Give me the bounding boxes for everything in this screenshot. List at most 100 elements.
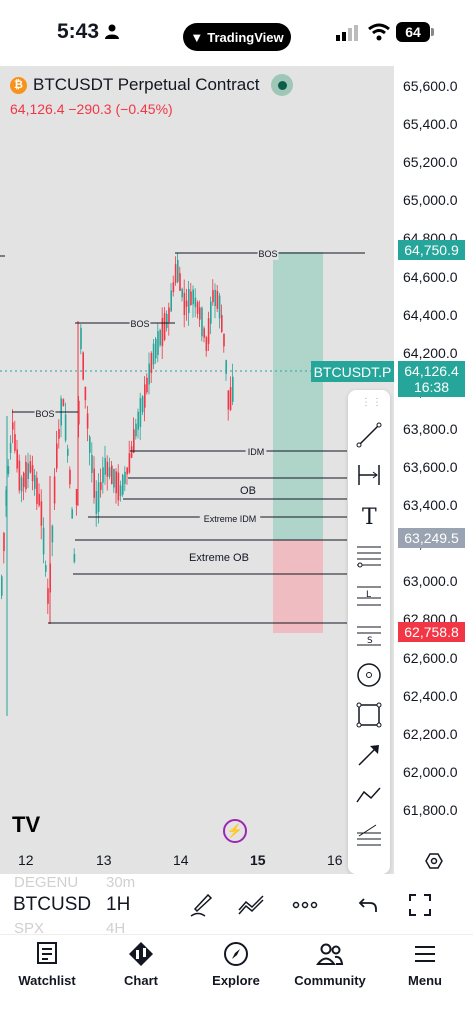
community-icon xyxy=(316,943,344,965)
candle-body xyxy=(119,485,122,496)
price-axis-label: 61,800.0 xyxy=(403,801,458,818)
annotation-idm: IDM xyxy=(248,447,265,457)
drawing-toolbar: ⋮⋮ T L S xyxy=(348,390,390,874)
candle-body xyxy=(133,429,135,453)
chart-area[interactable]: BOS BOS BOS IDM OB Extreme IDM Extreme OB 65,6… xyxy=(0,66,473,874)
price-axis-label: 63,000.0 xyxy=(403,573,458,590)
interval-selector[interactable]: 1H xyxy=(106,894,130,916)
candle-body xyxy=(12,422,14,430)
candle-body xyxy=(111,465,113,485)
measure-icon[interactable] xyxy=(354,460,384,490)
candle-body xyxy=(29,461,32,473)
lightning-icon[interactable]: ⚡ xyxy=(223,819,247,843)
candle-body xyxy=(104,458,106,475)
tab-chart[interactable]: Chart xyxy=(94,941,188,988)
candle-body xyxy=(38,493,40,506)
tab-community[interactable]: Community xyxy=(283,941,377,988)
symbol-header[interactable]: ₿ BTCUSDT Perpetual Contract xyxy=(10,74,294,96)
candle-body xyxy=(168,307,170,322)
candle-body xyxy=(207,318,210,344)
more-icon[interactable] xyxy=(290,890,320,920)
candle-body xyxy=(47,588,49,604)
candle-body xyxy=(203,328,205,338)
candle-body xyxy=(1,576,3,596)
candle-body xyxy=(73,553,76,563)
trend-line-icon[interactable] xyxy=(354,420,384,450)
candle-body xyxy=(84,386,87,401)
candle-body xyxy=(194,297,197,308)
candle-body xyxy=(159,329,161,346)
candle-body xyxy=(177,260,179,282)
time-axis-label: 16 xyxy=(327,852,343,868)
candle-body xyxy=(185,300,188,307)
market-open-icon xyxy=(271,74,294,96)
person-icon xyxy=(105,24,119,39)
price-axis-label: 62,200.0 xyxy=(403,725,458,742)
candlestick-plot[interactable]: BOS BOS BOS IDM OB Extreme IDM Extreme OB xyxy=(0,66,394,874)
candle-body xyxy=(183,292,186,316)
candle-body xyxy=(122,474,124,495)
battery-nub xyxy=(431,28,434,36)
tab-bar: Watchlist Chart Explore Community Menu xyxy=(0,934,473,1024)
candle-body xyxy=(102,467,104,483)
ticker-tag: BTCUSDT.P xyxy=(311,361,394,382)
price-axis-label: 63,800.0 xyxy=(403,420,458,437)
candle-body xyxy=(36,477,38,504)
candle-body xyxy=(95,491,98,514)
more-drawings-icon[interactable] xyxy=(354,820,384,850)
undo-icon[interactable] xyxy=(353,890,383,920)
candle-body xyxy=(188,288,190,314)
candle-body xyxy=(205,337,208,351)
candle-body xyxy=(150,352,153,374)
candle-body xyxy=(172,282,175,293)
brush-icon[interactable] xyxy=(186,890,216,920)
short-position-icon[interactable]: S xyxy=(354,620,384,650)
tab-watchlist[interactable]: Watchlist xyxy=(0,941,94,988)
circle-tool-icon[interactable] xyxy=(354,660,384,690)
tab-label: Menu xyxy=(408,973,442,988)
candle-body xyxy=(106,461,109,477)
tradingview-pill[interactable]: ▼ TradingView xyxy=(183,23,291,51)
candle-body xyxy=(86,413,89,429)
tradingview-logo: TV xyxy=(12,812,41,837)
candle-body xyxy=(190,291,192,305)
candle-body xyxy=(31,465,34,482)
symbol-selector[interactable]: BTCUSD xyxy=(13,894,91,916)
candle-body xyxy=(69,469,71,485)
long-position-icon[interactable]: L xyxy=(354,580,384,610)
text-tool-icon[interactable]: T xyxy=(354,500,384,530)
arrow-tool-icon[interactable] xyxy=(354,740,384,770)
fullscreen-icon[interactable] xyxy=(405,890,435,920)
candle-body xyxy=(71,509,73,519)
drag-handle-icon[interactable]: ⋮⋮ xyxy=(361,397,383,408)
candle-body xyxy=(42,527,45,555)
candle-body xyxy=(152,343,155,365)
price-axis-label: 65,600.0 xyxy=(403,78,458,94)
tab-menu[interactable]: Menu xyxy=(378,941,472,988)
indicators-icon[interactable] xyxy=(236,890,266,920)
candle-body xyxy=(100,482,102,490)
candle-body xyxy=(18,460,21,491)
status-bar: 5:43 ▼ TradingView 64 xyxy=(0,0,473,66)
candle-body xyxy=(227,390,230,410)
candle-body xyxy=(174,264,177,283)
ghost-interval: 30m xyxy=(106,874,136,891)
price-axis-label: 64,600.0 xyxy=(403,268,458,285)
candle-body xyxy=(53,476,56,504)
annotation-extreme-ob: Extreme OB xyxy=(189,552,249,564)
candle-body xyxy=(75,489,78,505)
candle-body xyxy=(126,467,128,475)
rectangle-tool-icon[interactable] xyxy=(354,700,384,730)
price-axis-label: 65,400.0 xyxy=(403,116,458,133)
chart-settings-icon[interactable] xyxy=(425,852,443,870)
tab-explore[interactable]: Explore xyxy=(189,941,283,988)
tab-label: Chart xyxy=(124,973,158,988)
fib-retracement-icon[interactable] xyxy=(354,540,384,570)
annotation-bos: BOS xyxy=(130,319,149,329)
candle-body xyxy=(130,446,133,458)
path-tool-icon[interactable] xyxy=(354,780,384,810)
candle-body xyxy=(225,360,227,374)
candle-body xyxy=(82,352,84,380)
battery-icon: 64 xyxy=(396,22,430,42)
candle-body xyxy=(214,289,216,307)
